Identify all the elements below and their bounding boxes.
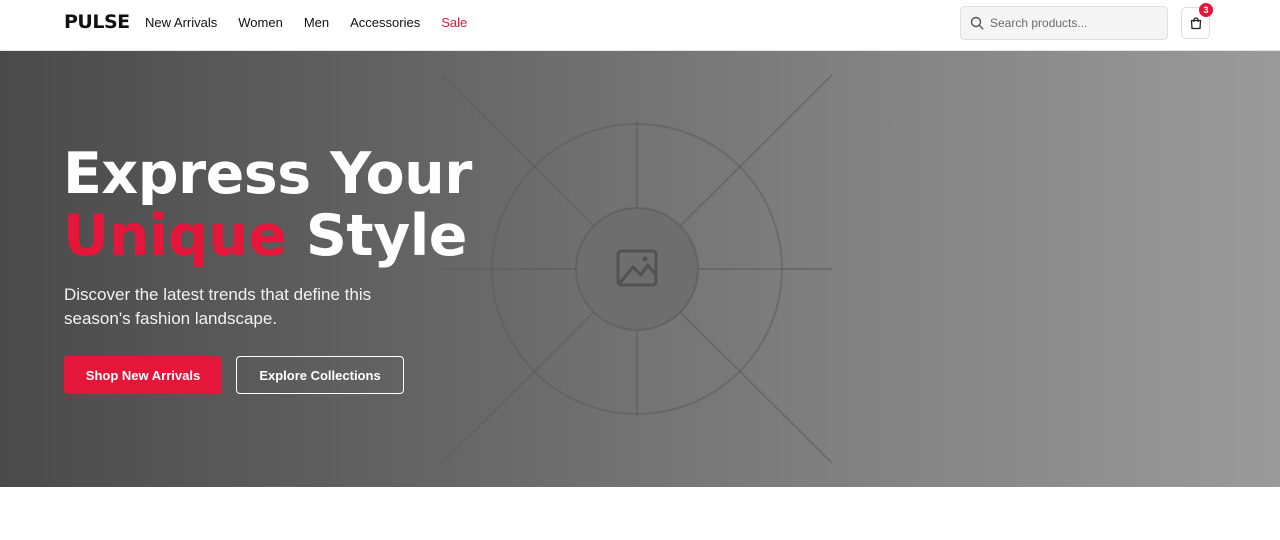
hero-image-placeholder bbox=[441, 74, 833, 464]
hero-subtitle: Discover the latest trends that define t… bbox=[64, 285, 372, 328]
hero-title-line1: Express Your bbox=[63, 141, 472, 207]
hero-title-accent: Unique bbox=[63, 203, 287, 269]
search-box[interactable] bbox=[960, 6, 1168, 40]
cart-count-badge: 3 bbox=[1199, 3, 1213, 17]
nav-link-women[interactable]: Women bbox=[238, 15, 283, 30]
hero-banner: Express Your Unique Style Discover the l… bbox=[0, 51, 1280, 487]
hero-title-rest: Style bbox=[305, 203, 468, 269]
explore-collections-button[interactable]: Explore Collections bbox=[236, 356, 404, 394]
shopping-bag-icon bbox=[1190, 17, 1201, 30]
nav-link-men[interactable]: Men bbox=[304, 15, 329, 30]
nav-link-new-arrivals[interactable]: New Arrivals bbox=[145, 15, 217, 30]
nav-link-accessories[interactable]: Accessories bbox=[350, 15, 420, 30]
nav-link-sale[interactable]: Sale bbox=[441, 15, 467, 30]
search-icon bbox=[970, 16, 984, 30]
hero-title: Express Your Unique Style bbox=[63, 143, 472, 267]
site-header: PULSE New Arrivals Women Men Accessories… bbox=[0, 0, 1280, 51]
shop-new-arrivals-button[interactable]: Shop New Arrivals bbox=[64, 356, 222, 394]
brand-logo[interactable]: PULSE bbox=[64, 11, 130, 33]
main-nav: New Arrivals Women Men Accessories Sale bbox=[145, 15, 467, 30]
search-input[interactable] bbox=[990, 16, 1160, 30]
